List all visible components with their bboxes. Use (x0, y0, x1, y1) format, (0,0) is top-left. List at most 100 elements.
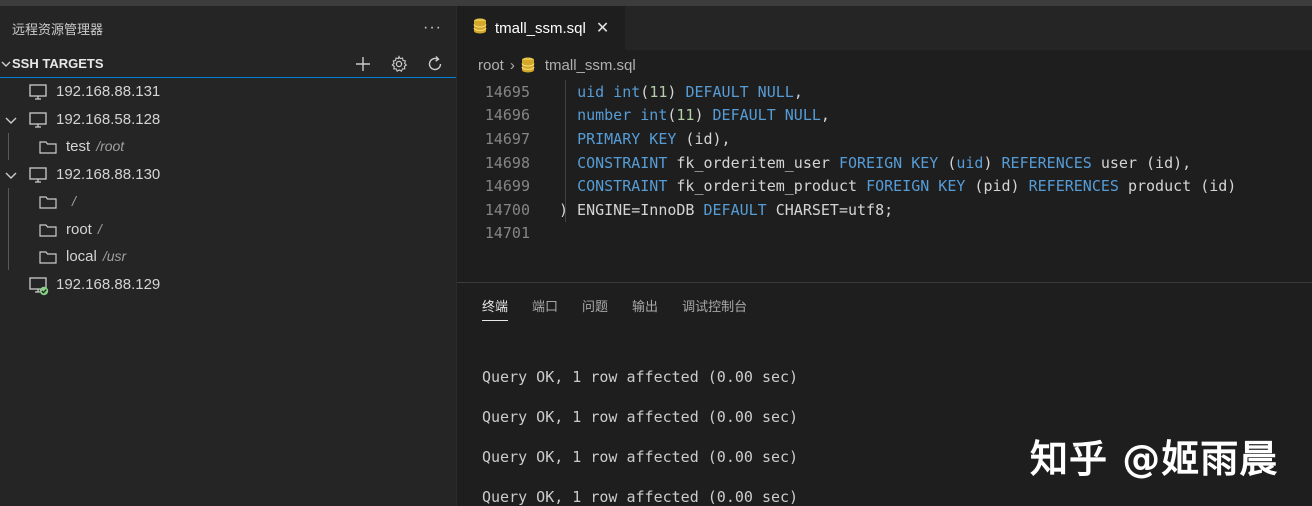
code-keyword: DEFAULT NULL (712, 106, 821, 125)
ssh-target-192-168-88-129[interactable]: 192.168.88.129 (0, 271, 456, 299)
code-keyword: DEFAULT NULL (685, 82, 794, 101)
gear-icon[interactable] (386, 53, 412, 75)
close-icon[interactable]: ✕ (596, 18, 609, 38)
monitor-icon (28, 111, 48, 129)
tab-bar: tmall_ssm.sql ✕ (457, 6, 1312, 50)
code-keyword: FOREIGN KEY (866, 177, 966, 196)
host-label: 192.168.88.129 (56, 275, 161, 293)
ssh-target-192-168-88-130[interactable]: 192.168.88.130 (0, 161, 456, 189)
code-text: CONSTRAINT fk_orderitem_product FOREIGN … (559, 177, 1236, 195)
code-token: user (id), (1091, 153, 1192, 172)
host-label: 192.168.88.130 (56, 165, 161, 183)
code-keyword: CONSTRAINT (577, 177, 668, 196)
panel-tab[interactable]: 输出 (632, 283, 658, 327)
terminal-line: Query OK, 1 row affected (0.00 sec) (482, 488, 799, 506)
tree-item-label: / (66, 193, 76, 210)
database-icon (473, 17, 487, 40)
code-number: 11 (649, 82, 668, 101)
code-token: ( (640, 82, 650, 101)
folder-path: /root (96, 138, 125, 154)
sidebar-header: 远程资源管理器 ··· (0, 6, 456, 50)
code-token: fk_orderitem_user (667, 153, 839, 172)
folder-local-usr[interactable]: local/usr (0, 243, 456, 271)
host-label: 192.168.88.131 (56, 83, 161, 100)
tab-tmall-ssm-sql[interactable]: tmall_ssm.sql ✕ (457, 6, 625, 50)
code-token: , (820, 106, 830, 125)
chevron-down-icon[interactable] (4, 168, 18, 182)
refresh-icon[interactable] (422, 53, 448, 75)
folder-path: /usr (102, 248, 127, 264)
sidebar-title: 远程资源管理器 (12, 21, 104, 37)
tree-item-label: 192.168.88.131 (56, 83, 160, 100)
line-number: 14701 (484, 224, 530, 243)
ssh-targets-section-header[interactable]: SSH TARGETS (0, 50, 456, 78)
code-token: (id), (676, 129, 731, 148)
code-token: ) (694, 106, 713, 125)
folder-label: root (66, 220, 92, 238)
code-line[interactable]: 14700) ENGINE=InnoDB DEFAULT CHARSET=utf… (457, 198, 893, 222)
tree-item-label: 192.168.88.129 (56, 276, 160, 293)
line-number: 14699 (484, 177, 530, 196)
add-icon[interactable] (350, 53, 376, 75)
tree-item-label: test/root (66, 138, 124, 155)
code-text: PRIMARY KEY (id), (559, 130, 731, 148)
terminal-output[interactable]: Query OK, 1 row affected (0.00 sec) Query… (482, 357, 798, 506)
panel-tab[interactable]: 调试控制台 (682, 283, 747, 327)
folder-icon (38, 248, 58, 266)
breadcrumb-file[interactable]: tmall_ssm.sql (545, 57, 636, 74)
line-number: 14696 (484, 106, 530, 125)
code-text: uid int(11) DEFAULT NULL, (559, 83, 803, 101)
folder-label: test (66, 138, 91, 155)
code-line[interactable]: 14695 uid int(11) DEFAULT NULL, (457, 80, 803, 104)
code-text: CONSTRAINT fk_orderitem_user FOREIGN KEY… (559, 154, 1191, 172)
line-number: 14700 (484, 200, 530, 219)
section-actions (350, 53, 448, 75)
code-token: product (id) (1118, 177, 1237, 196)
code-line[interactable]: 14698 CONSTRAINT fk_orderitem_user FOREI… (457, 151, 1191, 175)
code-keyword: CONSTRAINT (577, 153, 668, 172)
terminal-line: Query OK, 1 row affected (0.00 sec) (482, 408, 799, 426)
code-token: fk_orderitem_product (667, 177, 867, 196)
folder-root[interactable]: root / (0, 216, 456, 244)
ssh-target-192-168-58-128[interactable]: 192.168.58.128 (0, 106, 456, 134)
code-editor[interactable]: 14695 uid int(11) DEFAULT NULL, 14696 num… (457, 80, 1312, 246)
more-actions-icon[interactable]: ··· (423, 19, 442, 37)
code-token: ) ENGINE=InnoDB (559, 200, 704, 219)
code-token: (pid) (965, 177, 1029, 196)
chevron-down-icon[interactable] (4, 113, 18, 127)
folder-icon (38, 138, 58, 156)
breadcrumb-root[interactable]: root (478, 57, 504, 74)
code-text: number int(11) DEFAULT NULL, (559, 106, 830, 124)
tree-item-label: 192.168.58.128 (56, 111, 160, 128)
remote-explorer-sidebar: 远程资源管理器 ··· SSH TARGETS 192.168.88.131 1… (0, 6, 456, 506)
folder-test-root[interactable]: test/root (0, 133, 456, 161)
code-token: ) (983, 153, 1002, 172)
tree-item-label: local/usr (66, 248, 126, 265)
panel-tabs: 终端 端口 问题 输出 调试控制台 (457, 283, 1312, 327)
panel-tab[interactable]: 问题 (582, 283, 608, 327)
code-token: ( (938, 153, 957, 172)
code-keyword: REFERENCES (1028, 177, 1119, 196)
panel-tab[interactable]: 终端 (482, 283, 509, 327)
code-keyword: number int (577, 106, 668, 125)
panel-tab[interactable]: 端口 (532, 283, 558, 327)
code-keyword: uid (956, 153, 984, 172)
code-line[interactable]: 14696 number int(11) DEFAULT NULL, (457, 104, 830, 128)
breadcrumb: root › tmall_ssm.sql (457, 50, 1312, 80)
monitor-icon (28, 83, 48, 101)
code-line[interactable]: 14701 (457, 222, 559, 246)
code-keyword: FOREIGN KEY (838, 153, 939, 172)
line-number: 14697 (484, 129, 530, 148)
code-line[interactable]: 14699 CONSTRAINT fk_orderitem_product FO… (457, 174, 1237, 198)
folder-icon (38, 221, 58, 239)
folder-path: / (97, 220, 102, 237)
monitor-icon (28, 166, 48, 184)
chevron-down-icon[interactable] (0, 58, 12, 70)
code-line[interactable]: 14697 PRIMARY KEY (id), (457, 127, 731, 151)
ssh-target-192-168-88-131[interactable]: 192.168.88.131 (0, 78, 456, 106)
folder-root-slash[interactable]: / (0, 188, 456, 216)
